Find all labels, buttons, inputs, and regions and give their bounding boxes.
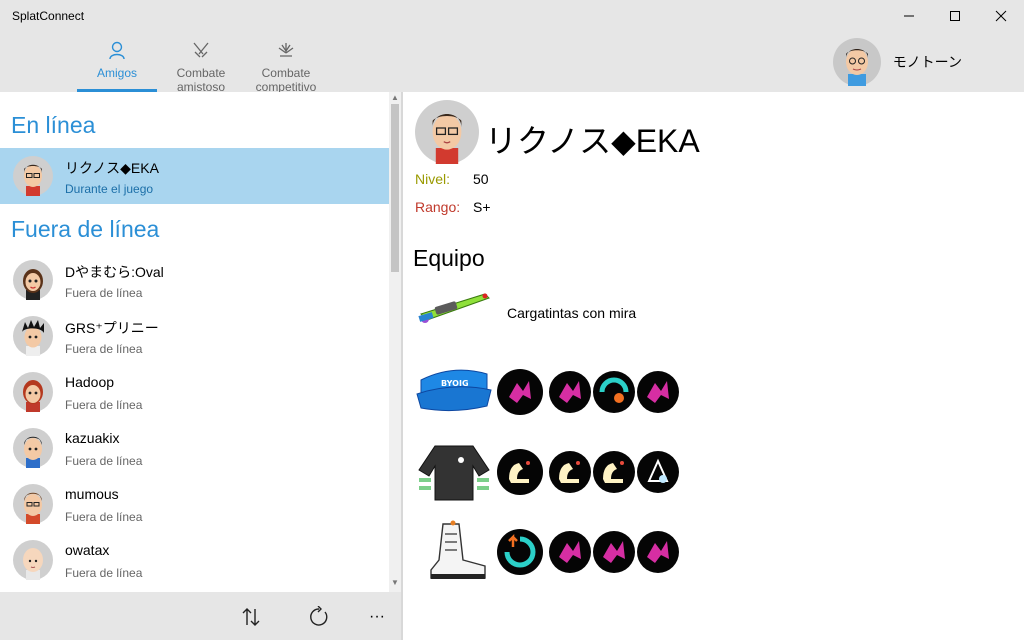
section-online-heading: En línea [11, 112, 96, 138]
ability-main-icon [497, 369, 543, 415]
friend-item[interactable]: リクノス◆EKA Durante el juego [0, 148, 389, 204]
tab-combate-amistoso[interactable]: Combate amistoso [165, 40, 237, 94]
refresh-icon [310, 606, 328, 626]
weapon-name: Cargatintas con mira [507, 305, 637, 321]
friend-name: mumous [65, 486, 119, 502]
maximize-icon [950, 11, 960, 21]
avatar [13, 540, 53, 580]
weapon-icon [418, 293, 490, 323]
friend-name: kazuakix [65, 430, 120, 446]
equipment-heading: Equipo [413, 245, 485, 271]
scrollbar-thumb[interactable] [391, 104, 399, 272]
friend-item[interactable]: Hadoop Fuera de línea [0, 364, 389, 420]
gear-row-headgear: BYOIG [413, 360, 693, 424]
detail-name: リクノス◆EKA [485, 123, 700, 159]
ability-sub-icon [637, 451, 679, 493]
tab-combate-competitivo-label: Combate competitivo [255, 66, 317, 94]
scroll-up-icon[interactable]: ▲ [391, 93, 399, 102]
ability-sub-icon [549, 371, 591, 413]
friend-status: Durante el juego [65, 182, 154, 196]
friend-name: Hadoop [65, 374, 115, 390]
avatar [13, 428, 53, 468]
level-value: 50 [473, 171, 489, 187]
friend-status: Fuera de línea [65, 510, 143, 524]
avatar [13, 260, 53, 300]
friends-list[interactable]: En línea リクノス◆EKA Durante el juego Fuera… [0, 92, 400, 592]
visor-cap-icon: BYOIG [416, 369, 492, 412]
maximize-button[interactable] [932, 0, 978, 32]
ability-main-icon [497, 529, 543, 575]
tab-combate-competitivo[interactable]: Combate competitivo [247, 40, 325, 94]
rank-label: Rango: [415, 199, 461, 215]
rank-value: S+ [473, 199, 491, 215]
minimize-button[interactable] [886, 0, 932, 32]
level-label: Nivel: [415, 171, 451, 187]
friend-status: Fuera de línea [65, 286, 143, 300]
avatar [13, 484, 53, 524]
person-icon [109, 41, 125, 60]
user-avatar [832, 38, 881, 86]
avatar [13, 316, 53, 356]
hi-top-sneaker-icon [430, 520, 486, 579]
friend-item[interactable]: owatax Fuera de línea [0, 532, 389, 588]
friend-item[interactable]: GRS⁺プリニー Fuera de línea [0, 308, 389, 364]
detail-avatar [415, 100, 479, 164]
friend-status: Fuera de línea [65, 398, 143, 412]
sort-arrows-icon [242, 608, 260, 626]
friend-item[interactable]: mumous Fuera de línea [0, 476, 389, 532]
command-bar: ··· [0, 592, 402, 640]
friend-name: Dやまむら:Oval [65, 264, 164, 280]
friend-status: Fuera de línea [65, 566, 143, 580]
friend-name: GRS⁺プリニー [65, 320, 159, 336]
friend-item[interactable]: kazuakix Fuera de línea [0, 420, 389, 476]
close-button[interactable] [978, 0, 1024, 32]
ability-sub-icon [549, 451, 591, 493]
ability-sub-icon [593, 531, 635, 573]
friend-status: Fuera de línea [65, 342, 143, 356]
tab-amigos-label: Amigos [96, 66, 137, 80]
gear-row-shoes [413, 520, 693, 584]
friends-scrollbar[interactable]: ▲ ▼ [389, 92, 401, 592]
ability-sub-icon [593, 451, 635, 493]
sort-button[interactable] [236, 602, 266, 632]
gear-row-clothing [413, 440, 693, 504]
title-bar: SplatConnect [0, 0, 1024, 32]
ability-sub-icon [593, 371, 635, 413]
friend-status: Fuera de línea [65, 454, 143, 468]
tab-amigos[interactable]: Amigos [77, 40, 157, 80]
avatar [13, 372, 53, 412]
trophy-icon [278, 43, 294, 57]
user-name: モノトーン [892, 54, 962, 70]
striped-shirt-icon [418, 445, 490, 501]
friend-item[interactable]: Dやまむら:Oval Fuera de línea [0, 252, 389, 308]
section-offline-heading: Fuera de línea [11, 216, 160, 242]
refresh-button[interactable] [304, 602, 334, 632]
svg-text:BYOIG: BYOIG [441, 379, 469, 388]
user-profile[interactable]: モノトーン [832, 38, 962, 86]
friend-name: リクノス◆EKA [65, 160, 159, 176]
ability-sub-icon [549, 531, 591, 573]
crossed-weapons-icon [193, 42, 209, 58]
avatar [13, 156, 53, 196]
ability-main-icon [497, 449, 543, 495]
close-icon [995, 10, 1007, 22]
tab-combate-amistoso-label: Combate amistoso [176, 66, 226, 94]
more-button[interactable]: ··· [362, 602, 392, 632]
scroll-down-icon[interactable]: ▼ [391, 578, 399, 587]
app-title: SplatConnect [12, 9, 85, 23]
friend-name: owatax [65, 542, 110, 558]
minimize-icon [904, 15, 914, 17]
friend-detail: リクノス◆EKA Nivel: 50 Rango: S+ Equipo Carg… [403, 92, 1024, 640]
ability-sub-icon [637, 531, 679, 573]
ability-sub-icon [637, 371, 679, 413]
